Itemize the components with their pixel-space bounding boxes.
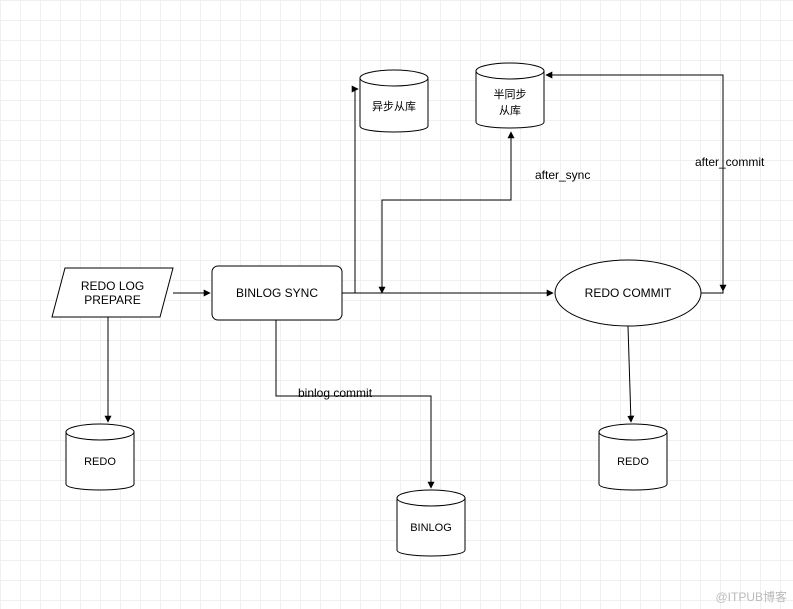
- arrow-binlog-commit: [276, 320, 431, 488]
- semisync-slave-label: 半同步 从库: [476, 78, 544, 126]
- async-slave-label: 异步从库: [360, 82, 428, 130]
- redo-commit: REDO COMMIT: [555, 260, 701, 326]
- after-sync-label: after_sync: [535, 168, 590, 182]
- watermark: @ITPUB博客: [715, 588, 787, 605]
- diagram-canvas: REDO LOG PREPARE BINLOG SYNC REDO COMMIT…: [0, 0, 793, 609]
- binlog-sync: BINLOG SYNC: [212, 266, 342, 320]
- arrow-commit-to-redo: [628, 326, 631, 422]
- binlog-commit-label: binlog commit: [298, 386, 372, 400]
- binlog-label: BINLOG: [397, 504, 465, 552]
- after-commit-label: after_commit: [695, 155, 764, 169]
- redo-right-label: REDO: [599, 438, 667, 486]
- redo-log-prepare: REDO LOG PREPARE: [52, 268, 173, 317]
- arrow-to-async-slave: [355, 89, 358, 293]
- arrow-after-sync: [382, 132, 511, 293]
- redo-left-label: REDO: [66, 438, 134, 486]
